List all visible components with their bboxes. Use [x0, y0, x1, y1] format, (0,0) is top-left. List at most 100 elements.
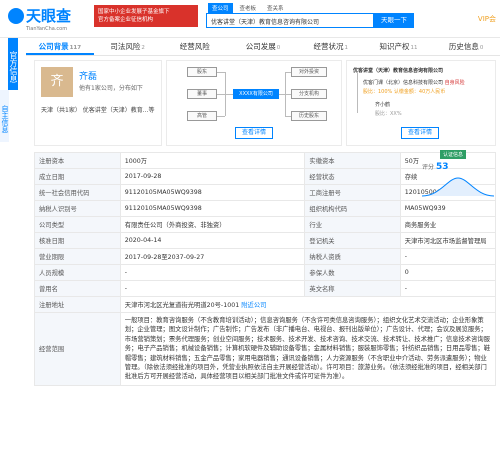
field-value: 2017-09-28至2037-09-27: [119, 248, 306, 265]
tab-count: 0: [276, 45, 281, 51]
top-header: 天眼查 TianYanCha.com 国家中小企业发展子基金旗下 官方备案企业征…: [0, 0, 500, 38]
field-label: 纳税人识别号: [34, 200, 121, 217]
table-row: 人员规模 - 参保人数 0: [34, 264, 497, 281]
edge: [285, 116, 291, 117]
edge: [285, 72, 291, 73]
field-label: 曾用名: [34, 280, 121, 297]
tab-label: 公司发展: [245, 42, 276, 51]
tab-label: 知识产权: [379, 42, 410, 51]
field-value: 0: [399, 264, 497, 281]
legal-person-card: 齐 齐磊 他有1家公司，分布如下 天津（共1家） 优客讲堂（天津）教育...等: [34, 60, 162, 146]
score-label: 评分: [422, 164, 435, 171]
tab-company-background[interactable]: 公司背景117: [26, 38, 94, 55]
edge: [217, 72, 225, 73]
gov-banner[interactable]: 国家中小企业发展子基金旗下 官方备案企业征信机构: [94, 5, 198, 27]
logo-subtext: TianYanCha.com: [26, 26, 68, 32]
field-value: 1000万: [119, 152, 306, 169]
score-box[interactable]: 认证信息 评分 53: [420, 150, 496, 200]
legal-person-company[interactable]: 天津（共1家） 优客讲堂（天津）教育...等: [41, 105, 154, 114]
risk-share-ratio: 股比：100%: [363, 89, 393, 95]
tab-count: 1: [344, 45, 348, 51]
avatar: 齐: [41, 67, 73, 97]
field-value: 天津市河北区市场监督管理局: [399, 232, 497, 249]
edge: [217, 116, 225, 117]
edge: [225, 72, 226, 116]
nearby-companies-link[interactable]: 附近公司: [241, 302, 266, 309]
search-tabs: 查公司 查老板 查关系: [208, 3, 288, 13]
node-branch: 分支机构: [291, 89, 327, 99]
equity-structure-card: 股东 对外投资 董事 XXXX有限公司 分支机构 高管 历史股东 查看详情: [166, 60, 342, 146]
risk-person[interactable]: 齐小鹤: [375, 101, 390, 108]
tab-company-development[interactable]: 公司发展0: [229, 38, 297, 55]
node-director: 董事: [187, 89, 217, 99]
table-row: 注册地址 天津市河北区光复道街光明道20号-1001 附近公司: [34, 296, 497, 313]
risk-person-ratio: 股比：XX%: [375, 111, 402, 117]
search-tab-boss[interactable]: 查老板: [236, 3, 261, 13]
field-label: 经营状态: [304, 168, 401, 185]
field-label: 营业期限: [34, 248, 121, 265]
tab-judicial-risk[interactable]: 司法风险2: [94, 38, 162, 55]
risk-edge: [357, 73, 358, 113]
tab-label: 司法风险: [110, 42, 141, 51]
side-nav-official[interactable]: 官方信息: [8, 38, 18, 90]
risk-self-tag: 自身风险: [444, 80, 465, 86]
tab-count: 11: [410, 45, 418, 51]
risk-related-company[interactable]: 优客门课（北京）信息科技有限公司: [363, 80, 443, 86]
field-label: 公司类型: [34, 216, 121, 233]
node-history-shareholder: 历史股东: [291, 111, 327, 121]
tab-intellectual-property[interactable]: 知识产权11: [365, 38, 433, 55]
table-row: 经营范围 一般项目：教育咨询服务（不含教育培训活动）；信息咨询服务（不含许可类信息…: [34, 312, 497, 386]
risk-company: 优客讲堂（天津）教育信息咨询有限公司: [353, 68, 444, 74]
field-label: 登记机关: [304, 232, 401, 249]
score-value: 53: [435, 162, 449, 172]
table-row: 纳税人识别号 91120105MA05WQ9398 组织机构代码 MA05WQ939: [34, 200, 497, 217]
side-nav: 官方信息 自主信息: [0, 38, 26, 142]
equity-detail-button[interactable]: 查看详情: [235, 127, 273, 139]
tab-label: 经营状况: [313, 42, 344, 51]
field-label: 参保人数: [304, 264, 401, 281]
search-tab-company[interactable]: 查公司: [208, 3, 233, 13]
risk-relation-card: 优客讲堂（天津）教育信息咨询有限公司 优客门课（北京）信息科技有限公司 自身风险…: [346, 60, 496, 146]
tab-history[interactable]: 历史信息0: [432, 38, 500, 55]
logo-mark-icon: [8, 8, 24, 24]
legal-person-name[interactable]: 齐磊: [79, 69, 97, 82]
field-label: 人员规模: [34, 264, 121, 281]
field-label: 组织机构代码: [304, 200, 401, 217]
search-tab-relation[interactable]: 查关系: [263, 3, 288, 13]
address-text: 天津市河北区光复道街光明道20号-1001: [124, 302, 240, 309]
field-value: MA05WQ939: [399, 200, 497, 217]
tab-label: 历史信息: [448, 42, 479, 51]
field-value: 商务服务业: [399, 216, 497, 233]
risk-detail-button[interactable]: 查看详情: [401, 127, 439, 139]
tab-business-status[interactable]: 经营状况1: [297, 38, 365, 55]
business-scope-value: 一般项目：教育咨询服务（不含教育培训活动）；信息咨询服务（不含许可类信息咨询服务…: [119, 312, 497, 386]
search-input[interactable]: 优客讲堂（天津）教育信息咨询有限公司: [206, 13, 374, 28]
tab-label: 公司背景: [38, 42, 69, 51]
gov-banner-line2: 官方备案企业征信机构: [98, 17, 154, 23]
table-row: 公司类型 有限责任公司（外商投资、非独资） 行业 商务服务业: [34, 216, 497, 233]
field-value: 2017-09-28: [119, 168, 306, 185]
field-label: 工商注册号: [304, 184, 401, 201]
tab-business-risk[interactable]: 经营风险: [161, 38, 229, 55]
certification-tag: 认证信息: [440, 150, 467, 159]
risk-line2: 股比：100% 认缴金额：40万人民币: [363, 88, 445, 95]
legal-person-desc: 他有1家公司，分布如下: [79, 85, 143, 92]
section-tabs: 公司背景117 司法风险2 经营风险 公司发展0 经营状况1 知识产权11 历史…: [26, 38, 500, 56]
field-label: 成立日期: [34, 168, 121, 185]
field-value: 2020-04-14: [119, 232, 306, 249]
overview-cards: 齐 齐磊 他有1家公司，分布如下 天津（共1家） 优客讲堂（天津）教育...等 …: [34, 60, 496, 146]
score-text: 评分 53: [422, 162, 448, 172]
side-nav-self[interactable]: 自主信息: [0, 90, 9, 142]
field-value: -: [119, 280, 306, 297]
field-label: 经营范围: [34, 312, 121, 386]
risk-subscribed: 认缴金额：40万人民币: [393, 89, 446, 95]
vip-link[interactable]: VIP会: [478, 14, 496, 24]
gov-banner-line1: 国家中小企业发展子基金旗下: [98, 9, 170, 15]
field-value: 有限责任公司（外商投资、非独资）: [119, 216, 306, 233]
field-value: 91120105MA05WQ9398: [119, 184, 306, 201]
field-label: 统一社会信用代码: [34, 184, 121, 201]
field-label: 注册地址: [34, 296, 121, 313]
search-button[interactable]: 天眼一下: [374, 13, 414, 28]
site-logo[interactable]: 天眼查 TianYanCha.com: [8, 5, 71, 32]
node-investment: 对外投资: [291, 67, 327, 77]
